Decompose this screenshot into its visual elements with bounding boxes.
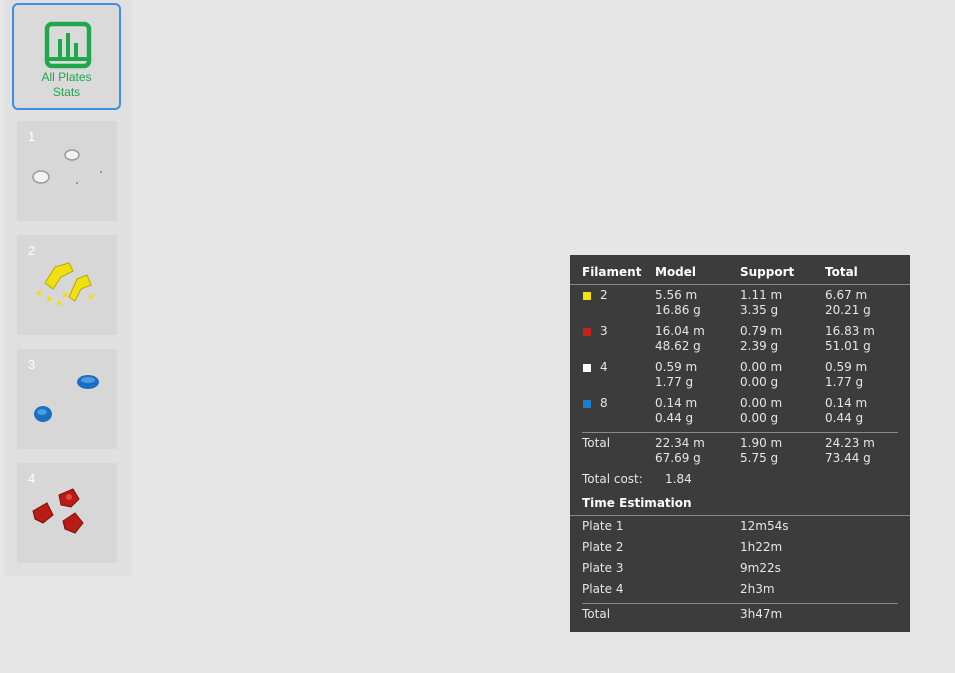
total-support-weight: 5.75 g bbox=[740, 451, 779, 465]
total-weight: 20.21 g bbox=[825, 303, 871, 317]
grand-total-length: 24.23 m bbox=[825, 436, 875, 450]
grand-total-weight: 73.44 g bbox=[825, 451, 871, 465]
filament-color-swatch bbox=[583, 364, 591, 372]
total-cost-value: 1.84 bbox=[665, 472, 692, 486]
total-weight: 1.77 g bbox=[825, 375, 864, 389]
total-cost-label: Total cost: bbox=[582, 472, 643, 486]
total-length: 6.67 m bbox=[825, 288, 868, 302]
model-weight: 16.86 g bbox=[655, 303, 701, 317]
filament-color-swatch bbox=[583, 400, 591, 408]
model-weight: 48.62 g bbox=[655, 339, 701, 353]
bar-chart-icon bbox=[44, 21, 92, 69]
plate-2-preview bbox=[37, 262, 93, 305]
support-length: 0.79 m bbox=[740, 324, 783, 338]
time-total-label: Total bbox=[582, 607, 611, 621]
time-plate-value: 9m22s bbox=[740, 561, 781, 575]
total-model-weight: 67.69 g bbox=[655, 451, 701, 465]
header-support: Support bbox=[740, 265, 795, 279]
plate-4-preview bbox=[32, 488, 84, 534]
model-length: 0.59 m bbox=[655, 360, 698, 374]
model-weight: 1.77 g bbox=[655, 375, 694, 389]
filament-total-divider bbox=[582, 432, 898, 433]
print-stats-panel: Filament Model Support Total 2 5.56 m 16… bbox=[570, 255, 910, 632]
total-length: 0.59 m bbox=[825, 360, 868, 374]
filament-total-label: Total bbox=[582, 436, 611, 450]
header-divider bbox=[570, 284, 910, 285]
header-total: Total bbox=[825, 265, 858, 279]
time-estimation-header: Time Estimation bbox=[582, 496, 692, 510]
total-support-length: 1.90 m bbox=[740, 436, 783, 450]
model-length: 0.14 m bbox=[655, 396, 698, 410]
all-plates-stats-label: All Plates Stats bbox=[41, 70, 92, 99]
time-plate-value: 1h22m bbox=[740, 540, 783, 554]
time-total-value: 3h47m bbox=[740, 607, 783, 621]
plate-thumbnail-2[interactable]: 2 bbox=[17, 235, 117, 335]
total-length: 16.83 m bbox=[825, 324, 875, 338]
support-weight: 2.39 g bbox=[740, 339, 779, 353]
model-length: 16.04 m bbox=[655, 324, 705, 338]
support-length: 0.00 m bbox=[740, 396, 783, 410]
plate-thumbnail-3[interactable]: 3 bbox=[17, 349, 117, 449]
time-plate-value: 2h3m bbox=[740, 582, 775, 596]
time-plate-value: 12m54s bbox=[740, 519, 789, 533]
header-filament: Filament bbox=[582, 265, 642, 279]
support-length: 0.00 m bbox=[740, 360, 783, 374]
total-model-length: 22.34 m bbox=[655, 436, 705, 450]
total-weight: 51.01 g bbox=[825, 339, 871, 353]
plate-thumbnail-4[interactable]: 4 bbox=[17, 463, 117, 563]
filament-color-swatch bbox=[583, 328, 591, 336]
filament-color-swatch bbox=[583, 292, 591, 300]
model-weight: 0.44 g bbox=[655, 411, 694, 425]
time-plate-label: Plate 1 bbox=[582, 519, 624, 533]
model-length: 5.56 m bbox=[655, 288, 698, 302]
plate-thumbnail-1[interactable]: 1 bbox=[17, 121, 117, 221]
support-weight: 0.00 g bbox=[740, 375, 779, 389]
time-plate-label: Plate 3 bbox=[582, 561, 624, 575]
time-total-divider bbox=[582, 603, 898, 604]
total-length: 0.14 m bbox=[825, 396, 868, 410]
support-weight: 3.35 g bbox=[740, 303, 779, 317]
time-plate-label: Plate 4 bbox=[582, 582, 624, 596]
filament-id: 8 bbox=[600, 396, 608, 410]
filament-id: 2 bbox=[600, 288, 608, 302]
plate-1-preview bbox=[32, 149, 102, 184]
support-length: 1.11 m bbox=[740, 288, 783, 302]
filament-id: 4 bbox=[600, 360, 608, 374]
plate-3-preview bbox=[34, 375, 99, 422]
total-weight: 0.44 g bbox=[825, 411, 864, 425]
support-weight: 0.00 g bbox=[740, 411, 779, 425]
header-model: Model bbox=[655, 265, 697, 279]
time-header-divider bbox=[570, 515, 910, 516]
time-plate-label: Plate 2 bbox=[582, 540, 624, 554]
filament-id: 3 bbox=[600, 324, 608, 338]
all-plates-stats-button[interactable]: All Plates Stats bbox=[12, 3, 121, 110]
